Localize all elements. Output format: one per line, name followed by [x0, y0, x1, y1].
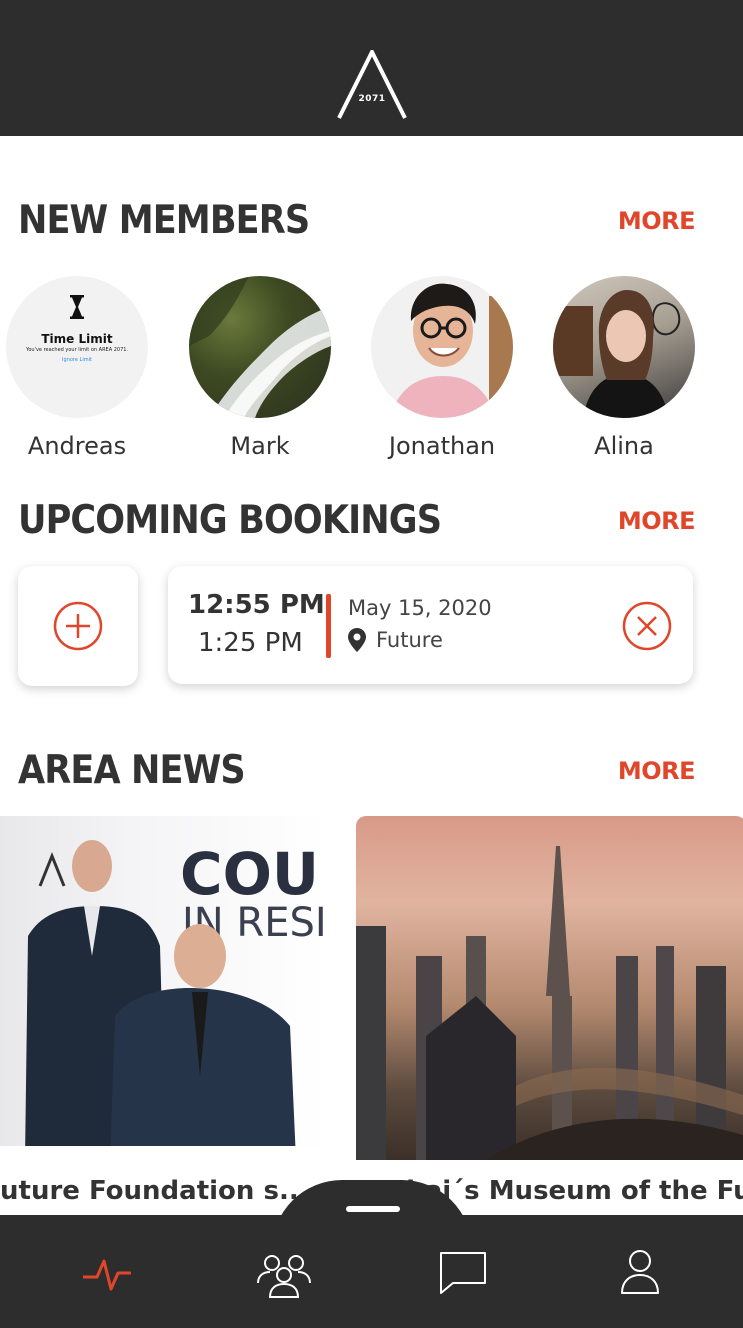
alina-photo	[553, 290, 681, 418]
news-photo-people: COU IN RESI	[0, 840, 326, 1160]
news-card[interactable]: Dubai´s Museum of the Fu...	[356, 816, 743, 1216]
cancel-booking-icon[interactable]	[622, 601, 672, 651]
booking-start-time: 12:55 PM	[188, 590, 325, 620]
new-members-title: NEW MEMBERS	[18, 198, 310, 243]
app-header: 2071	[0, 0, 743, 136]
area-logo[interactable]: 2071	[336, 47, 408, 120]
nav-activity[interactable]	[77, 1245, 137, 1301]
plus-circle-icon	[53, 601, 103, 651]
upcoming-bookings-more-link[interactable]: MORE	[618, 507, 696, 535]
avatar	[189, 276, 331, 418]
member-jonathan[interactable]: Jonathan	[367, 276, 517, 460]
member-name: Jonathan	[388, 432, 496, 460]
news-image-text: COU	[180, 840, 319, 908]
news-title: uture Foundation s...	[0, 1176, 309, 1206]
members-list: Time Limit You've reached your limit on …	[0, 276, 743, 466]
booking-end-time: 1:25 PM	[198, 628, 303, 658]
time-limit-message: You've reached your limit on AREA 2071.	[25, 347, 129, 353]
area-news-more-link[interactable]: MORE	[618, 757, 696, 785]
upcoming-bookings-title: UPCOMING BOOKINGS	[18, 498, 442, 543]
sheet-grab-bar	[346, 1206, 400, 1212]
nav-profile[interactable]	[610, 1245, 670, 1301]
avatar: Time Limit You've reached your limit on …	[6, 276, 148, 418]
location-pin-icon	[348, 628, 366, 652]
member-name: Mark	[230, 432, 290, 460]
chat-icon	[440, 1252, 486, 1294]
avatar	[553, 276, 695, 418]
member-name: Alina	[594, 432, 654, 460]
booking-date: May 15, 2020	[348, 596, 492, 620]
member-andreas[interactable]: Time Limit You've reached your limit on …	[2, 276, 152, 460]
booking-card[interactable]: 12:55 PM 1:25 PM May 15, 2020 Future	[168, 566, 693, 684]
add-booking-button[interactable]	[18, 566, 138, 686]
time-limit-title: Time Limit	[41, 332, 113, 346]
member-name: Andreas	[27, 432, 127, 460]
community-icon	[257, 1255, 311, 1298]
area-news-title: AREA NEWS	[18, 748, 246, 793]
news-card[interactable]: COU IN RESI uture Foundation s...	[0, 816, 326, 1216]
time-limit-ignore-link[interactable]: Ignore Limit	[6, 357, 148, 363]
waterfall-photo	[189, 276, 331, 418]
profile-icon	[621, 1250, 659, 1294]
new-members-more-link[interactable]: MORE	[618, 207, 696, 235]
booking-location: Future	[376, 628, 443, 652]
booking-divider	[326, 594, 331, 658]
nav-chat[interactable]	[433, 1245, 493, 1301]
nav-community[interactable]	[254, 1245, 314, 1301]
news-photo-dubai-skyline	[356, 846, 743, 1160]
activity-icon	[83, 1259, 131, 1291]
member-mark[interactable]: Mark	[185, 276, 335, 460]
jonathan-photo	[391, 283, 513, 418]
avatar	[371, 276, 513, 418]
news-image	[356, 816, 743, 1160]
logo-text: 2071	[358, 94, 386, 104]
hourglass-icon	[70, 295, 84, 319]
news-image: COU IN RESI	[0, 816, 326, 1160]
member-alina[interactable]: Alina	[549, 276, 699, 460]
bottom-nav	[0, 1215, 743, 1328]
logo-triangle-icon	[337, 47, 407, 119]
